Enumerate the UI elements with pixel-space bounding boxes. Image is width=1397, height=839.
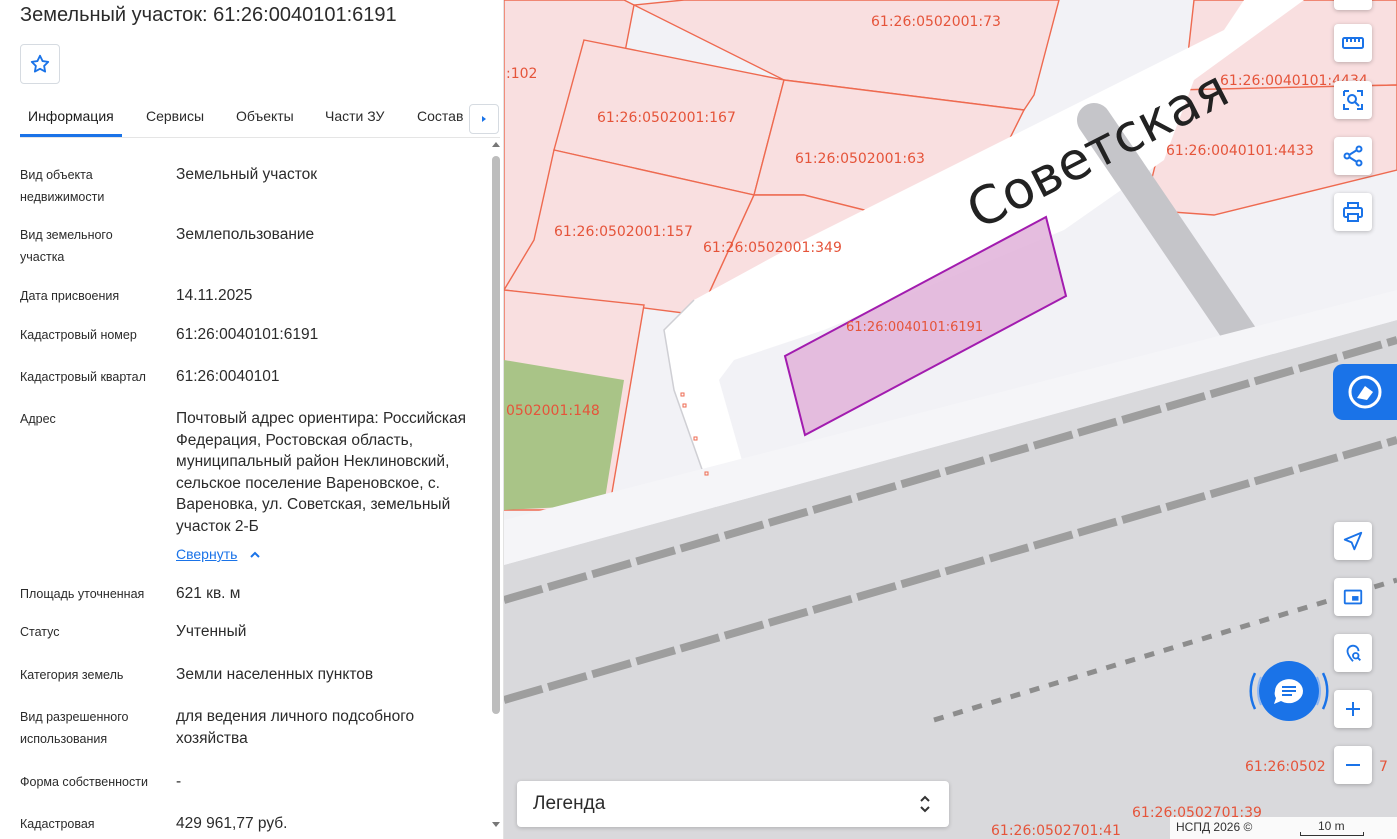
side-panel-tab[interactable]	[1333, 364, 1397, 420]
geo-search-icon	[1346, 644, 1361, 662]
tab-parts[interactable]: Части ЗУ	[325, 108, 384, 124]
field-label: Площадь уточненная	[20, 587, 145, 601]
zoom-out-button[interactable]	[1334, 746, 1372, 784]
scrollbar[interactable]	[490, 140, 502, 839]
address-value: Почтовый адрес ориентира: Российская Фед…	[176, 410, 467, 535]
tab-objects[interactable]: Объекты	[236, 108, 294, 124]
chat-button[interactable]	[1245, 651, 1333, 731]
locate-icon	[1343, 531, 1363, 551]
tab-info[interactable]: Информация	[28, 108, 114, 124]
field-value: 61:26:0040101:6191	[176, 326, 319, 343]
field-label: Вид объекта недвижимости	[20, 168, 105, 204]
field-value: Землепользование	[176, 226, 315, 243]
field-label: Вид земельного участка	[20, 228, 113, 264]
field-value: Земельный участок	[176, 166, 318, 183]
field-label: Форма собственности	[20, 775, 148, 789]
chevron-up-icon[interactable]	[248, 548, 262, 562]
collapse-link[interactable]: Свернуть	[176, 546, 237, 562]
scroll-down-arrow-icon[interactable]	[492, 822, 500, 827]
ruler-button[interactable]	[1334, 0, 1372, 10]
tabs-scroll-right-button[interactable]	[469, 104, 499, 134]
legend-dropdown[interactable]: Легенда	[517, 781, 949, 827]
field-label: Вид разрешенного использования	[20, 710, 129, 746]
field-label: Кадастровый номер	[20, 328, 137, 342]
star-icon	[30, 54, 50, 73]
parcel-label: 61:26:0502001:167	[597, 110, 736, 126]
favorite-button[interactable]	[20, 44, 60, 84]
print-icon	[1343, 202, 1363, 222]
geo-search-button[interactable]	[1334, 634, 1372, 672]
info-list: Вид объекта недвижимости Земельный участ…	[0, 140, 488, 839]
tab-services[interactable]: Сервисы	[146, 108, 204, 124]
parcel-label: 61:26:0040101:6191	[846, 320, 983, 335]
parcel-label: 61:26:0040101:4433	[1166, 143, 1314, 159]
page-title: Земельный участок: 61:26:0040101:6191	[20, 4, 397, 26]
field-value: для ведения личного подсобного хозяйства	[176, 708, 415, 747]
field-value: 621 кв. м	[176, 585, 241, 602]
field-value: Земли населенных пунктов	[176, 666, 374, 683]
tab-bar: Информация Сервисы Объекты Части ЗУ Сост…	[20, 100, 500, 138]
share-icon	[1343, 145, 1363, 167]
share-button[interactable]	[1334, 137, 1372, 175]
scrollbar-thumb[interactable]	[492, 156, 500, 714]
minimap-button[interactable]	[1334, 578, 1372, 616]
attribution-text: НСПД 2026 ©	[1176, 820, 1253, 834]
field-label: Кадастровый квартал	[20, 370, 146, 384]
field-value: -	[176, 773, 182, 790]
chevron-up-down-icon	[920, 795, 930, 813]
scroll-up-arrow-icon[interactable]	[492, 142, 500, 147]
locate-button[interactable]	[1334, 522, 1372, 560]
parcel-label: 61:26:0502001:349	[703, 240, 842, 256]
tab-composition[interactable]: Состав	[417, 108, 463, 124]
chevron-right-icon	[482, 116, 486, 122]
zoom-in-icon	[1346, 702, 1360, 716]
print-button[interactable]	[1334, 193, 1372, 231]
parcel-label: 7	[1379, 759, 1388, 775]
area-select-button[interactable]	[1334, 81, 1372, 119]
parcel-label: 61:26:0502701:41	[991, 823, 1121, 839]
ruler-icon	[1342, 37, 1364, 49]
area-select-icon	[1343, 90, 1363, 110]
field-label: Статус	[20, 625, 60, 639]
zoom-out-icon	[1346, 764, 1360, 766]
active-tab-indicator	[20, 134, 122, 137]
field-label: Адрес	[20, 412, 56, 426]
map-attribution: НСПД 2026 © 10 m	[1170, 817, 1397, 839]
parcel-label: 61:26:0502001:63	[795, 151, 925, 167]
chat-icon	[1249, 661, 1329, 721]
parcel-label: 61:26:0502	[1245, 759, 1326, 775]
parcel-label: 61:26:0502001:157	[554, 224, 693, 240]
minimap-icon	[1343, 589, 1363, 605]
field-value: Учтенный	[176, 623, 247, 640]
info-panel: Земельный участок: 61:26:0040101:6191 Ин…	[0, 0, 504, 839]
field-label: Дата присвоения	[20, 289, 120, 303]
scale-bar	[1300, 832, 1364, 836]
ruler-button[interactable]	[1334, 24, 1372, 62]
parcel-label: 0502001:148	[506, 403, 600, 419]
zoom-in-button[interactable]	[1334, 690, 1372, 728]
parcel-label: 61:26:0502001:73	[871, 14, 1001, 30]
nspd-logo-icon	[1348, 375, 1382, 409]
legend-label: Легенда	[533, 793, 606, 814]
field-value: 429 961,77 руб.	[176, 815, 288, 832]
field-value: 14.11.2025	[176, 287, 253, 304]
field-label: Категория земель	[20, 668, 124, 682]
field-label: Кадастровая	[20, 817, 95, 831]
field-value: 61:26:0040101	[176, 368, 280, 385]
parcel-label: :102	[506, 66, 537, 82]
scale-label: 10 m	[1318, 819, 1345, 833]
